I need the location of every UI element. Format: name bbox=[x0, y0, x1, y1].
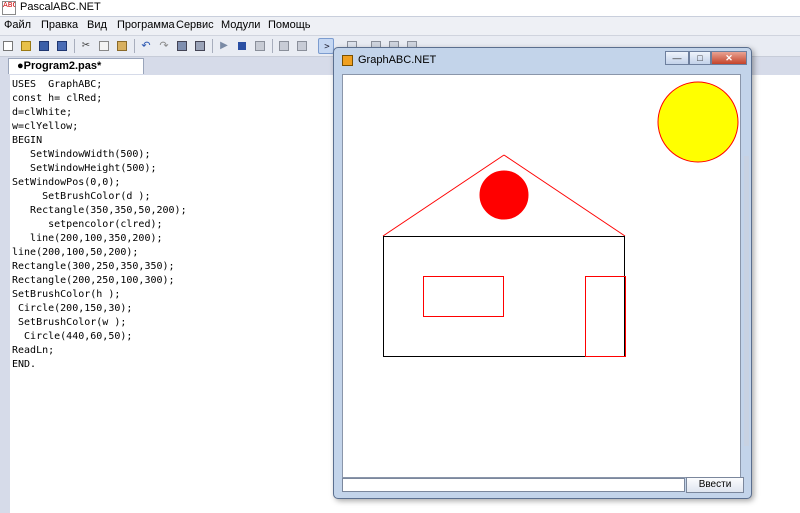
code-line: Rectangle(300,250,350,350); bbox=[12, 261, 175, 272]
code-line: BEGIN bbox=[12, 135, 43, 146]
code-line: SetWindowPos(0,0); bbox=[12, 177, 121, 188]
red-circle bbox=[479, 170, 529, 220]
maximize-button[interactable]: □ bbox=[689, 51, 711, 65]
code-line: Circle(200,150,30); bbox=[12, 303, 133, 314]
toolbar-separator bbox=[134, 39, 135, 53]
graphabc-window-title: GraphABC.NET bbox=[358, 54, 437, 66]
replace-icon[interactable] bbox=[192, 38, 208, 54]
sun-circle bbox=[657, 81, 739, 163]
enter-button[interactable]: Ввести bbox=[686, 477, 744, 493]
code-line: d=clWhite; bbox=[12, 107, 73, 118]
code-line: w=clYellow; bbox=[12, 121, 79, 132]
code-line: Circle(440,60,50); bbox=[12, 331, 133, 342]
app-title: PascalABC.NET bbox=[20, 1, 101, 13]
toolbar-separator bbox=[272, 39, 273, 53]
close-button[interactable]: ✕ bbox=[711, 51, 747, 65]
redo-icon[interactable]: ↷ bbox=[156, 38, 172, 54]
menu-bar: Файл Правка Вид Программа Сервис Модули … bbox=[0, 17, 800, 36]
toolbar-separator bbox=[212, 39, 213, 53]
menu-modules[interactable]: Модули bbox=[221, 19, 260, 31]
tab-program2[interactable]: ●Program2.pas* [Запущен] bbox=[8, 58, 144, 86]
code-line: SetWindowHeight(500); bbox=[12, 163, 157, 174]
input-field[interactable] bbox=[342, 478, 685, 492]
console-icon[interactable]: > bbox=[318, 38, 334, 54]
save-all-icon[interactable] bbox=[54, 38, 70, 54]
code-line: ReadLn; bbox=[12, 345, 55, 356]
menu-file[interactable]: Файл bbox=[4, 19, 31, 31]
code-line: SetBrushColor(w ); bbox=[12, 317, 127, 328]
code-line: USES GraphABC; bbox=[12, 79, 103, 90]
run-icon[interactable]: ▶ bbox=[216, 38, 232, 54]
copy-icon[interactable] bbox=[96, 38, 112, 54]
code-line: setpencolor(clred); bbox=[12, 219, 163, 230]
open-folder-icon[interactable] bbox=[18, 38, 34, 54]
find-icon[interactable] bbox=[174, 38, 190, 54]
compile-icon[interactable] bbox=[252, 38, 268, 54]
code-line: END. bbox=[12, 359, 37, 370]
paste-icon[interactable] bbox=[114, 38, 130, 54]
code-line: const h= clRed; bbox=[12, 93, 103, 104]
code-line: Rectangle(200,250,100,300); bbox=[12, 275, 175, 286]
new-file-icon[interactable] bbox=[0, 38, 16, 54]
code-line: SetBrushColor(d ); bbox=[12, 191, 151, 202]
graphabc-window: GraphABC.NET — □ ✕ Ввести bbox=[333, 47, 752, 499]
code-line: line(200,100,50,200); bbox=[12, 247, 139, 258]
save-icon[interactable] bbox=[36, 38, 52, 54]
menu-service[interactable]: Сервис bbox=[176, 19, 214, 31]
code-line: SetWindowWidth(500); bbox=[12, 149, 151, 160]
code-line: Rectangle(350,350,50,200); bbox=[12, 205, 187, 216]
minimize-button[interactable]: — bbox=[665, 51, 689, 65]
graph-scrollbar[interactable] bbox=[744, 156, 749, 446]
toolbar-separator bbox=[74, 39, 75, 53]
step-over-icon[interactable] bbox=[294, 38, 310, 54]
menu-program[interactable]: Программа bbox=[117, 19, 175, 31]
code-line: line(200,100,350,200); bbox=[12, 233, 163, 244]
stop-icon[interactable] bbox=[234, 38, 250, 54]
graph-canvas bbox=[342, 74, 741, 478]
menu-help[interactable]: Помощь bbox=[268, 19, 311, 31]
app-titlebar: ABC PascalABC.NET bbox=[0, 0, 800, 17]
code-line: SetBrushColor(h ); bbox=[12, 289, 121, 300]
graphabc-window-icon bbox=[342, 55, 353, 66]
menu-view[interactable]: Вид bbox=[87, 19, 107, 31]
cut-icon[interactable]: ✂ bbox=[78, 38, 94, 54]
app-logo-icon: ABC bbox=[2, 1, 16, 15]
step-icon[interactable] bbox=[276, 38, 292, 54]
graph-drawing bbox=[382, 81, 739, 357]
menu-edit[interactable]: Правка bbox=[41, 19, 78, 31]
undo-icon[interactable]: ↶ bbox=[138, 38, 154, 54]
